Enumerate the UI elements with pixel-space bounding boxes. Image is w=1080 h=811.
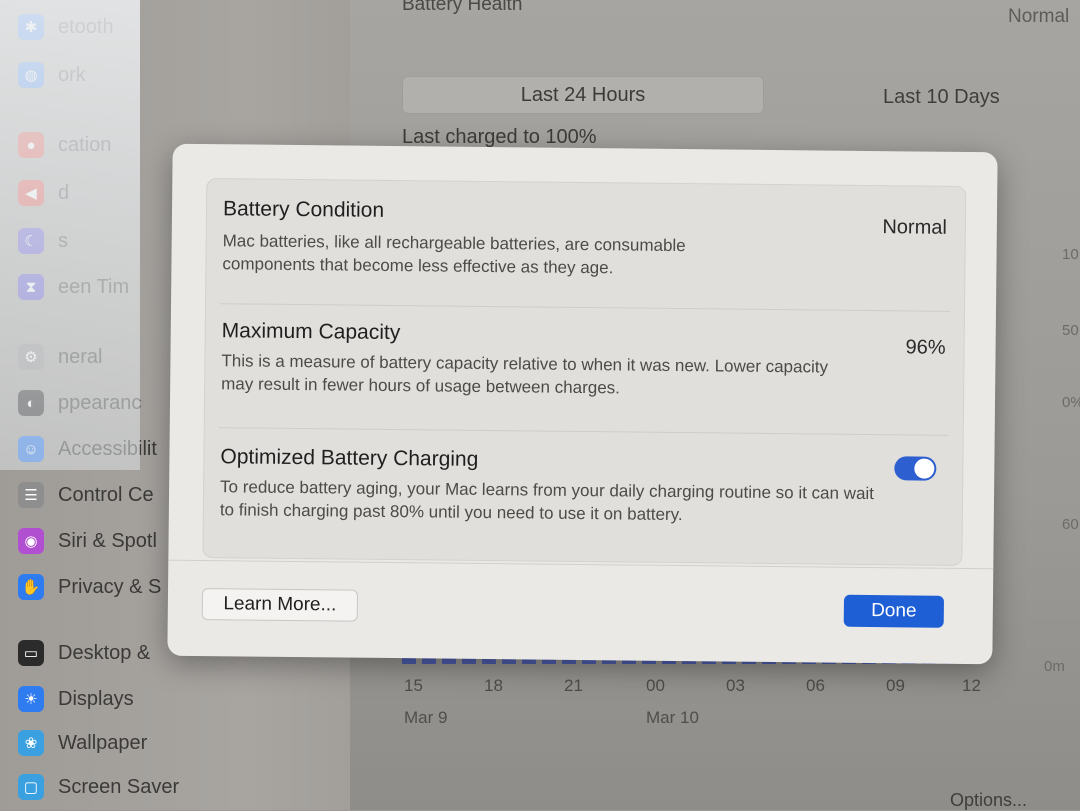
sidebar-item-notifications[interactable]: ● cation xyxy=(18,130,111,160)
battery-condition-value: Normal xyxy=(882,216,947,239)
general-icon: ⚙ xyxy=(18,344,44,370)
screen-saver-icon: ▢ xyxy=(18,774,44,800)
sidebar-item-label: Wallpaper xyxy=(58,731,148,754)
battery-health-heading: Battery Health xyxy=(402,0,523,15)
sidebar-item-wallpaper[interactable]: ❀ Wallpaper xyxy=(18,728,147,758)
toggle-knob xyxy=(914,458,935,479)
battery-health-group: Battery Condition Mac batteries, like al… xyxy=(202,178,967,566)
time-tick: 00 xyxy=(646,676,665,695)
maximum-capacity-title: Maximum Capacity xyxy=(221,319,401,345)
chart-axis-label: 0% xyxy=(1062,394,1080,411)
time-tick: 09 xyxy=(886,676,905,695)
bluetooth-icon: ✱ xyxy=(18,14,44,40)
maximum-capacity-description: This is a measure of battery capacity re… xyxy=(221,351,829,398)
sidebar-item-general[interactable]: ⚙ neral xyxy=(18,342,102,372)
battery-condition-description: Mac batteries, like all rechargeable bat… xyxy=(222,231,686,278)
battery-health-status: Normal xyxy=(1008,6,1070,27)
time-tick: 21 xyxy=(564,676,583,695)
sidebar-item-label: Siri & Spotl xyxy=(58,529,157,552)
date-label: Mar 9 xyxy=(404,708,448,727)
optimized-charging-row: Optimized Battery Charging To reduce bat… xyxy=(203,427,962,565)
sound-icon: ◀ xyxy=(18,180,44,206)
sidebar-item-screen-time[interactable]: ⧗ een Tim xyxy=(18,272,129,302)
screen-time-icon: ⧗ xyxy=(18,274,44,300)
learn-more-button[interactable]: Learn More... xyxy=(201,588,359,622)
time-tick: 18 xyxy=(484,676,503,695)
displays-icon: ☀ xyxy=(18,686,44,712)
sidebar-item-label: s xyxy=(58,229,68,252)
sidebar-item-sound[interactable]: ◀ d xyxy=(18,178,69,208)
sidebar-item-label: een Tim xyxy=(58,275,130,298)
optimized-charging-title: Optimized Battery Charging xyxy=(220,445,479,471)
sidebar-item-privacy-security[interactable]: ✋ Privacy & S xyxy=(18,572,161,602)
notifications-icon: ● xyxy=(18,132,44,158)
desktop-dock-icon: ▭ xyxy=(18,640,44,666)
optimized-charging-description: To reduce battery aging, your Mac learns… xyxy=(219,477,875,525)
options-button[interactable]: Options... xyxy=(950,790,1027,811)
sidebar-item-label: neral xyxy=(58,345,103,368)
siri-icon: ◉ xyxy=(18,528,44,554)
chart-axis-label: 0m xyxy=(1044,658,1065,675)
sidebar-item-displays[interactable]: ☀ Displays xyxy=(18,684,134,714)
sidebar-item-label: cation xyxy=(58,133,112,156)
sidebar-item-siri-spotlight[interactable]: ◉ Siri & Spotl xyxy=(18,526,157,556)
done-button[interactable]: Done xyxy=(843,594,945,628)
chart-axis-label: 50 xyxy=(1062,322,1079,339)
sidebar-item-label: Privacy & S xyxy=(58,575,162,598)
chart-axis-label: 10 xyxy=(1062,246,1079,263)
focus-icon: ☾ xyxy=(18,228,44,254)
sidebar-item-focus[interactable]: ☾ s xyxy=(18,226,68,256)
sidebar-item-appearance[interactable]: ◐ ppearanc xyxy=(18,388,141,418)
sidebar-item-label: Screen Saver xyxy=(58,775,180,798)
sidebar-item-network[interactable]: ◍ ork xyxy=(18,60,86,90)
privacy-hand-icon: ✋ xyxy=(18,574,44,600)
maximum-capacity-value: 96% xyxy=(905,336,946,359)
sidebar-item-label: ppearanc xyxy=(58,391,142,414)
sidebar-item-label: Accessibilit xyxy=(58,437,157,460)
chart-axis-label: 60 xyxy=(1062,516,1079,533)
sidebar-item-label: Control Ce xyxy=(58,483,154,506)
sidebar-item-label: d xyxy=(58,181,70,204)
sidebar-item-screen-saver[interactable]: ▢ Screen Saver xyxy=(18,772,179,802)
control-center-icon: ☰ xyxy=(18,482,44,508)
segment-last-10-days[interactable]: Last 10 Days xyxy=(883,86,1000,109)
accessibility-icon: ☺ xyxy=(18,436,44,462)
sidebar-item-desktop-dock[interactable]: ▭ Desktop & xyxy=(18,638,150,668)
sidebar-item-label: etooth xyxy=(58,15,114,38)
sidebar-item-bluetooth[interactable]: ✱ etooth xyxy=(18,12,114,42)
appearance-icon: ◐ xyxy=(18,390,44,416)
battery-condition-title: Battery Condition xyxy=(222,197,385,222)
sidebar-item-control-center[interactable]: ☰ Control Ce xyxy=(18,480,154,510)
optimized-charging-toggle[interactable] xyxy=(894,456,937,481)
battery-condition-row: Battery Condition Mac batteries, like al… xyxy=(206,179,965,311)
sidebar-item-accessibility[interactable]: ☺ Accessibilit xyxy=(18,434,157,464)
date-label: Mar 10 xyxy=(646,708,699,727)
sidebar-item-label: ork xyxy=(58,63,86,86)
wallpaper-icon: ❀ xyxy=(18,730,44,756)
time-tick: 03 xyxy=(726,676,745,695)
sidebar-item-label: Displays xyxy=(58,687,134,710)
time-tick: 15 xyxy=(404,676,423,695)
segment-last-24-hours[interactable]: Last 24 Hours xyxy=(402,76,764,114)
time-tick: 12 xyxy=(962,676,981,695)
sidebar-item-label: Desktop & xyxy=(58,641,151,664)
battery-health-sheet: Battery Condition Mac batteries, like al… xyxy=(167,143,998,665)
time-tick: 06 xyxy=(806,676,825,695)
network-icon: ◍ xyxy=(18,62,44,88)
